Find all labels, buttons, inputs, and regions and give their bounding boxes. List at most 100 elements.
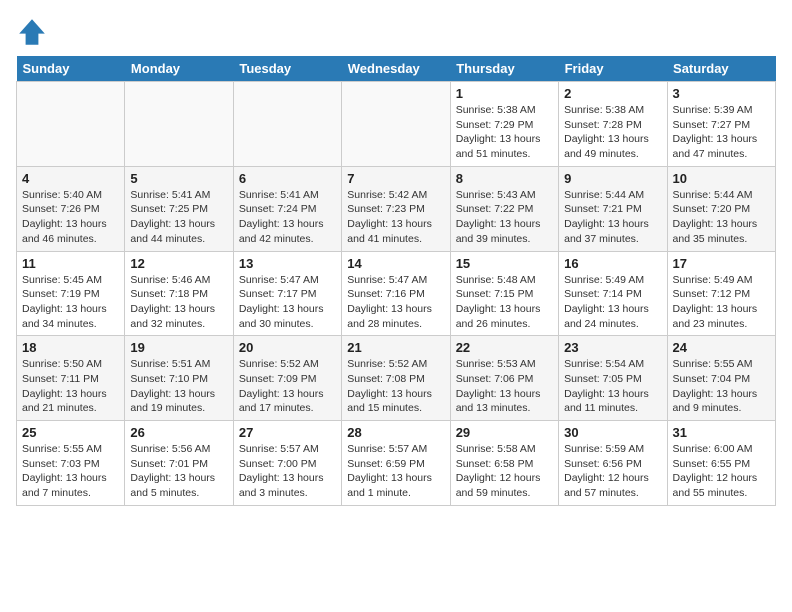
calendar-cell bbox=[342, 82, 450, 167]
day-detail: Sunrise: 5:50 AM Sunset: 7:11 PM Dayligh… bbox=[22, 357, 119, 416]
day-detail: Sunrise: 5:44 AM Sunset: 7:20 PM Dayligh… bbox=[673, 188, 770, 247]
day-detail: Sunrise: 5:55 AM Sunset: 7:03 PM Dayligh… bbox=[22, 442, 119, 501]
day-detail: Sunrise: 5:51 AM Sunset: 7:10 PM Dayligh… bbox=[130, 357, 227, 416]
calendar-cell: 14Sunrise: 5:47 AM Sunset: 7:16 PM Dayli… bbox=[342, 251, 450, 336]
calendar-cell: 10 Sunrise: 5:44 AM Sunset: 7:20 PM Dayli… bbox=[667, 166, 775, 251]
calendar-cell: 23 Sunrise: 5:54 AM Sunset: 7:05 PM Dayli… bbox=[559, 336, 667, 421]
day-number: 2 bbox=[564, 86, 661, 101]
day-detail: Sunrise: 5:49 AM Sunset: 7:12 PM Dayligh… bbox=[673, 273, 770, 332]
calendar-week-3: 11Sunrise: 5:45 AM Sunset: 7:19 PM Dayli… bbox=[17, 251, 776, 336]
calendar-cell: 15 Sunrise: 5:48 AM Sunset: 7:15 PM Dayli… bbox=[450, 251, 558, 336]
day-number: 25 bbox=[22, 425, 119, 440]
calendar-cell: 6 Sunrise: 5:41 AM Sunset: 7:24 PM Daylig… bbox=[233, 166, 341, 251]
logo bbox=[16, 16, 52, 48]
calendar-cell: 22Sunrise: 5:53 AM Sunset: 7:06 PM Dayli… bbox=[450, 336, 558, 421]
calendar-cell: 17 Sunrise: 5:49 AM Sunset: 7:12 PM Dayli… bbox=[667, 251, 775, 336]
day-detail: Sunrise: 5:58 AM Sunset: 6:58 PM Dayligh… bbox=[456, 442, 553, 501]
day-detail: Sunrise: 5:52 AM Sunset: 7:09 PM Dayligh… bbox=[239, 357, 336, 416]
weekday-header-friday: Friday bbox=[559, 56, 667, 82]
day-detail: Sunrise: 5:48 AM Sunset: 7:15 PM Dayligh… bbox=[456, 273, 553, 332]
day-number: 13 bbox=[239, 256, 336, 271]
calendar-cell: 4Sunrise: 5:40 AM Sunset: 7:26 PM Daylig… bbox=[17, 166, 125, 251]
day-number: 7 bbox=[347, 171, 444, 186]
day-detail: Sunrise: 5:55 AM Sunset: 7:04 PM Dayligh… bbox=[673, 357, 770, 416]
day-number: 30 bbox=[564, 425, 661, 440]
calendar-cell: 5 Sunrise: 5:41 AM Sunset: 7:25 PM Daylig… bbox=[125, 166, 233, 251]
day-number: 19 bbox=[130, 340, 227, 355]
calendar-cell bbox=[125, 82, 233, 167]
day-number: 31 bbox=[673, 425, 770, 440]
day-number: 9 bbox=[564, 171, 661, 186]
day-detail: Sunrise: 5:57 AM Sunset: 6:59 PM Dayligh… bbox=[347, 442, 444, 501]
day-number: 18 bbox=[22, 340, 119, 355]
day-detail: Sunrise: 5:38 AM Sunset: 7:28 PM Dayligh… bbox=[564, 103, 661, 162]
calendar-cell: 9 Sunrise: 5:44 AM Sunset: 7:21 PM Daylig… bbox=[559, 166, 667, 251]
calendar-cell: 29 Sunrise: 5:58 AM Sunset: 6:58 PM Dayli… bbox=[450, 421, 558, 506]
weekday-header-monday: Monday bbox=[125, 56, 233, 82]
day-detail: Sunrise: 5:43 AM Sunset: 7:22 PM Dayligh… bbox=[456, 188, 553, 247]
day-detail: Sunrise: 5:56 AM Sunset: 7:01 PM Dayligh… bbox=[130, 442, 227, 501]
calendar-cell: 12Sunrise: 5:46 AM Sunset: 7:18 PM Dayli… bbox=[125, 251, 233, 336]
day-detail: Sunrise: 5:42 AM Sunset: 7:23 PM Dayligh… bbox=[347, 188, 444, 247]
day-number: 15 bbox=[456, 256, 553, 271]
day-number: 10 bbox=[673, 171, 770, 186]
page-header bbox=[16, 16, 776, 48]
day-number: 8 bbox=[456, 171, 553, 186]
day-number: 23 bbox=[564, 340, 661, 355]
day-number: 29 bbox=[456, 425, 553, 440]
calendar-cell: 27 Sunrise: 5:57 AM Sunset: 7:00 PM Dayli… bbox=[233, 421, 341, 506]
day-number: 20 bbox=[239, 340, 336, 355]
logo-icon bbox=[16, 16, 48, 48]
calendar-week-4: 18 Sunrise: 5:50 AM Sunset: 7:11 PM Dayli… bbox=[17, 336, 776, 421]
weekday-header-sunday: Sunday bbox=[17, 56, 125, 82]
calendar-cell: 26Sunrise: 5:56 AM Sunset: 7:01 PM Dayli… bbox=[125, 421, 233, 506]
day-number: 21 bbox=[347, 340, 444, 355]
day-number: 17 bbox=[673, 256, 770, 271]
day-detail: Sunrise: 5:41 AM Sunset: 7:24 PM Dayligh… bbox=[239, 188, 336, 247]
calendar-cell: 16Sunrise: 5:49 AM Sunset: 7:14 PM Dayli… bbox=[559, 251, 667, 336]
calendar-header-row: SundayMondayTuesdayWednesdayThursdayFrid… bbox=[17, 56, 776, 82]
calendar-cell: 21 Sunrise: 5:52 AM Sunset: 7:08 PM Dayli… bbox=[342, 336, 450, 421]
calendar-cell: 11Sunrise: 5:45 AM Sunset: 7:19 PM Dayli… bbox=[17, 251, 125, 336]
day-number: 3 bbox=[673, 86, 770, 101]
calendar-cell: 24 Sunrise: 5:55 AM Sunset: 7:04 PM Dayli… bbox=[667, 336, 775, 421]
day-detail: Sunrise: 5:59 AM Sunset: 6:56 PM Dayligh… bbox=[564, 442, 661, 501]
day-detail: Sunrise: 5:52 AM Sunset: 7:08 PM Dayligh… bbox=[347, 357, 444, 416]
day-detail: Sunrise: 5:45 AM Sunset: 7:19 PM Dayligh… bbox=[22, 273, 119, 332]
day-detail: Sunrise: 5:54 AM Sunset: 7:05 PM Dayligh… bbox=[564, 357, 661, 416]
calendar-table: SundayMondayTuesdayWednesdayThursdayFrid… bbox=[16, 56, 776, 506]
day-detail: Sunrise: 5:39 AM Sunset: 7:27 PM Dayligh… bbox=[673, 103, 770, 162]
day-detail: Sunrise: 5:41 AM Sunset: 7:25 PM Dayligh… bbox=[130, 188, 227, 247]
day-detail: Sunrise: 5:38 AM Sunset: 7:29 PM Dayligh… bbox=[456, 103, 553, 162]
calendar-cell: 19 Sunrise: 5:51 AM Sunset: 7:10 PM Dayli… bbox=[125, 336, 233, 421]
weekday-header-thursday: Thursday bbox=[450, 56, 558, 82]
calendar-cell: 18 Sunrise: 5:50 AM Sunset: 7:11 PM Dayli… bbox=[17, 336, 125, 421]
weekday-header-tuesday: Tuesday bbox=[233, 56, 341, 82]
day-detail: Sunrise: 5:49 AM Sunset: 7:14 PM Dayligh… bbox=[564, 273, 661, 332]
day-detail: Sunrise: 6:00 AM Sunset: 6:55 PM Dayligh… bbox=[673, 442, 770, 501]
day-number: 14 bbox=[347, 256, 444, 271]
weekday-header-saturday: Saturday bbox=[667, 56, 775, 82]
day-detail: Sunrise: 5:47 AM Sunset: 7:17 PM Dayligh… bbox=[239, 273, 336, 332]
calendar-cell bbox=[233, 82, 341, 167]
calendar-cell: 7 Sunrise: 5:42 AM Sunset: 7:23 PM Daylig… bbox=[342, 166, 450, 251]
calendar-week-5: 25 Sunrise: 5:55 AM Sunset: 7:03 PM Dayli… bbox=[17, 421, 776, 506]
day-detail: Sunrise: 5:40 AM Sunset: 7:26 PM Dayligh… bbox=[22, 188, 119, 247]
day-detail: Sunrise: 5:44 AM Sunset: 7:21 PM Dayligh… bbox=[564, 188, 661, 247]
day-number: 1 bbox=[456, 86, 553, 101]
day-number: 6 bbox=[239, 171, 336, 186]
day-detail: Sunrise: 5:57 AM Sunset: 7:00 PM Dayligh… bbox=[239, 442, 336, 501]
day-number: 22 bbox=[456, 340, 553, 355]
day-number: 27 bbox=[239, 425, 336, 440]
calendar-cell: 2 Sunrise: 5:38 AM Sunset: 7:28 PM Daylig… bbox=[559, 82, 667, 167]
calendar-cell: 8 Sunrise: 5:43 AM Sunset: 7:22 PM Daylig… bbox=[450, 166, 558, 251]
calendar-cell bbox=[17, 82, 125, 167]
weekday-header-wednesday: Wednesday bbox=[342, 56, 450, 82]
calendar-cell: 1 Sunrise: 5:38 AM Sunset: 7:29 PM Daylig… bbox=[450, 82, 558, 167]
day-number: 5 bbox=[130, 171, 227, 186]
day-number: 24 bbox=[673, 340, 770, 355]
calendar-cell: 13 Sunrise: 5:47 AM Sunset: 7:17 PM Dayli… bbox=[233, 251, 341, 336]
day-detail: Sunrise: 5:46 AM Sunset: 7:18 PM Dayligh… bbox=[130, 273, 227, 332]
calendar-cell: 20 Sunrise: 5:52 AM Sunset: 7:09 PM Dayli… bbox=[233, 336, 341, 421]
day-number: 28 bbox=[347, 425, 444, 440]
